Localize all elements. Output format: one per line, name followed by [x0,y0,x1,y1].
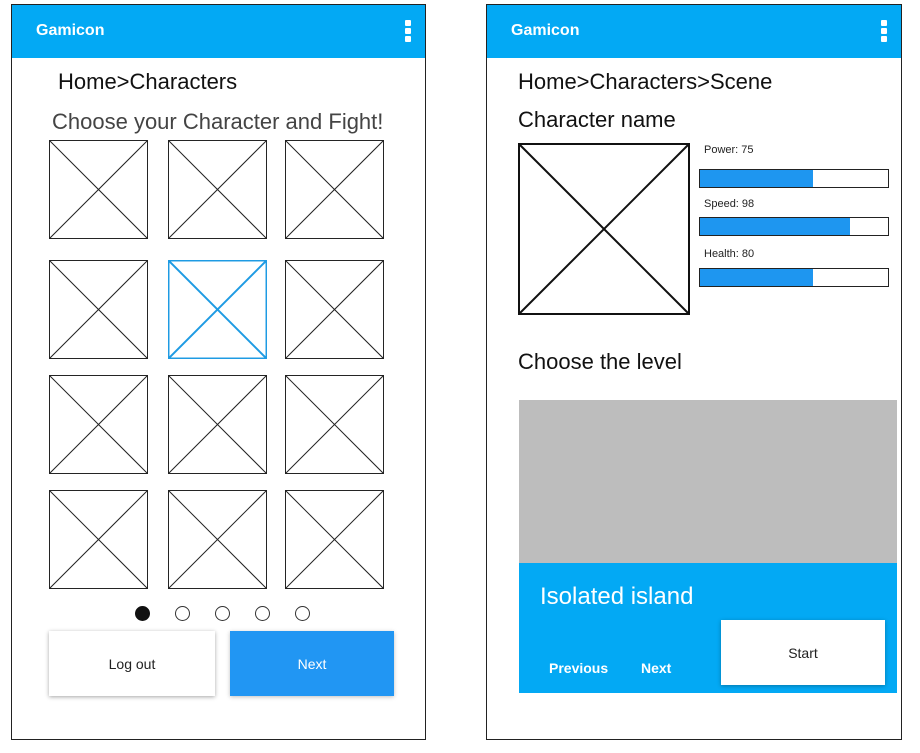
image-placeholder-icon [285,490,384,589]
image-placeholder-icon [49,260,148,359]
image-placeholder-icon [168,260,267,359]
scene-select-screen: Gamicon Home>Characters>Scene Character … [486,4,902,740]
app-title: Gamicon [36,22,105,39]
power-label: Power: 75 [704,144,754,156]
speed-bar-fill [700,218,851,235]
character-slot-2[interactable] [168,140,267,239]
more-vertical-icon[interactable] [405,20,411,42]
level-heading: Choose the level [518,349,682,374]
breadcrumb: Home>Characters>Scene [518,69,773,94]
character-slot-1[interactable] [49,140,148,239]
app-bar: Gamicon [487,5,901,58]
character-slot-3[interactable] [285,140,384,239]
level-preview-image [519,400,897,563]
level-card: Isolated island Previous Next Start [519,563,897,693]
pagination-dot-3[interactable] [215,606,230,621]
power-bar-fill [700,170,813,187]
health-bar [699,268,889,287]
start-button[interactable]: Start [721,620,885,685]
next-button[interactable]: Next [230,631,394,696]
speed-label: Speed: 98 [704,198,755,210]
character-slot-7[interactable] [49,375,148,474]
character-slot-6[interactable] [285,260,384,359]
health-bar-fill [700,269,813,286]
character-slot-8[interactable] [168,375,267,474]
character-slot-5[interactable] [168,260,267,359]
level-name: Isolated island [540,583,694,610]
breadcrumb: Home>Characters [58,69,238,94]
next-level-button[interactable]: Next [641,660,671,676]
pagination-dot-4[interactable] [255,606,270,621]
image-placeholder-icon [168,490,267,589]
image-placeholder-icon [49,490,148,589]
logout-button[interactable]: Log out [49,631,215,696]
character-slot-11[interactable] [168,490,267,589]
image-placeholder-icon [285,140,384,239]
page-title: Choose your Character and Fight! [52,109,384,134]
image-placeholder-icon [285,375,384,474]
pagination-dot-5[interactable] [295,606,310,621]
image-placeholder-icon [168,140,267,239]
pagination-dot-1[interactable] [135,606,150,621]
character-slot-4[interactable] [49,260,148,359]
character-slot-12[interactable] [285,490,384,589]
character-slot-10[interactable] [49,490,148,589]
image-placeholder-icon [168,375,267,474]
image-placeholder-icon [285,260,384,359]
health-label: Health: 80 [704,248,755,260]
character-slot-9[interactable] [285,375,384,474]
character-select-screen: Gamicon Home>Characters Choose your Char… [11,4,426,740]
character-image-placeholder-icon [518,143,690,315]
image-placeholder-icon [49,140,148,239]
speed-bar [699,217,889,236]
app-bar: Gamicon [12,5,425,58]
previous-level-button[interactable]: Previous [549,660,608,676]
image-placeholder-icon [49,375,148,474]
more-vertical-icon[interactable] [881,20,887,42]
app-title: Gamicon [511,22,580,39]
character-name: Character name [518,107,676,132]
pagination-dot-2[interactable] [175,606,190,621]
power-bar [699,169,889,188]
